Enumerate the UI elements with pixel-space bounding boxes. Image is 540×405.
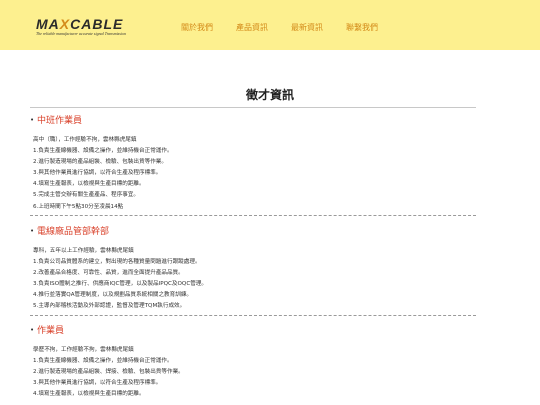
job-item: • 作業員 學歷不拘，工作經驗不拘，雲林縣虎尾鎮 1.負責生產線機器、設備之操作…	[30, 323, 476, 400]
nav-news[interactable]: 最新資訊	[291, 22, 323, 33]
job-line: 專科，五年以上工作經驗，雲林縣虎尾鎮	[33, 248, 134, 254]
job-line: 3.與其他作業員進行協調，以符合生產及程序標準。	[33, 380, 162, 387]
job-line: 4.填寫生產報表，以檢視與生產目標的距離。	[33, 391, 145, 398]
bullet-icon: •	[30, 227, 35, 235]
job-line: 3.負責ISO體制之推行、供應商IQC管理，以及製品IPQC及OQC管理。	[33, 281, 208, 288]
logo-tagline: The reliable manufacturer accurate signa…	[36, 31, 127, 36]
job-line: 1.負責公司品質體系的建立，對出現的各種質量問題進行跟蹤處理。	[33, 259, 201, 266]
nav-products[interactable]: 產品資訊	[236, 22, 268, 33]
job-line: 6.上班時間下午5點30分至凌晨14點	[33, 203, 124, 210]
job-line: 2.進行製造現場的產品組裝、焊接、檢驗、包裝出貨等作業。	[33, 369, 184, 376]
job-item: • 電線廠品管部幹部 專科，五年以上工作經驗，雲林縣虎尾鎮 1.負責公司品質體系…	[30, 224, 476, 316]
site-header: MAXCABLE The reliable manufacturer accur…	[0, 0, 540, 50]
job-line: 高中（職），工作經驗不拘，雲林縣虎尾鎮	[33, 137, 137, 143]
job-title: 電線廠品管部幹部	[37, 227, 110, 237]
job-line: 4.推行並落實QA管理制度，以及規劃品質系統相關之教育訓練。	[33, 292, 193, 299]
job-header: • 作業員	[30, 323, 476, 337]
job-description: 高中（職），工作經驗不拘，雲林縣虎尾鎮 1.負責生產線機器、設備之操作，並維持機…	[30, 127, 476, 213]
job-header: • 電線廠品管部幹部	[30, 224, 476, 238]
job-line: 1.負責生產線機器、設備之操作，並維持機台正常運作。	[33, 358, 173, 365]
job-title: 中班作業員	[37, 116, 83, 126]
job-divider	[30, 214, 476, 216]
job-line: 1.負責生產線機器、設備之操作，並維持機台正常運作。	[33, 148, 173, 155]
title-divider	[30, 107, 476, 108]
logo-wordmark: MAXCABLE	[36, 16, 124, 32]
job-line: 4.填寫生產報表，以檢視與生產目標的距離。	[33, 181, 145, 188]
job-description: 學歷不拘，工作經驗不拘，雲林縣虎尾鎮 1.負責生產線機器、設備之操作，並維持機台…	[30, 337, 476, 400]
job-line: 2.進行製造現場的產品組裝、檢驗、包裝出貨等作業。	[33, 159, 167, 166]
job-line: 3.與其他作業員進行協調，以符合生產及程序標準。	[33, 170, 162, 177]
nav-about[interactable]: 關於我們	[181, 22, 213, 33]
job-line: 2.改善產品合格度、可靠性、品質，進而全面提升產品品質。	[33, 270, 184, 277]
job-description: 專科，五年以上工作經驗，雲林縣虎尾鎮 1.負責公司品質體系的建立，對出現的各種質…	[30, 238, 476, 313]
nav-contact[interactable]: 聯繫我們	[346, 22, 378, 33]
job-divider	[30, 314, 476, 316]
job-line: 學歷不拘，工作經驗不拘，雲林縣虎尾鎮	[33, 347, 134, 353]
job-header: • 中班作業員	[30, 113, 476, 127]
maxcable-logo[interactable]: MAXCABLE The reliable manufacturer accur…	[36, 16, 162, 38]
bullet-icon: •	[30, 116, 35, 124]
page-title: 徵才資訊	[245, 88, 294, 102]
job-line: 5.完成主管交辦有關生產產品、程序事宜。	[33, 192, 140, 199]
job-item: • 中班作業員 高中（職），工作經驗不拘，雲林縣虎尾鎮 1.負責生產線機器、設備…	[30, 113, 476, 216]
job-line: 5.主導內部稽核活動及外部認證，監督及管理TQM執行成效。	[33, 303, 186, 310]
job-title: 作業員	[37, 326, 65, 336]
bullet-icon: •	[30, 326, 35, 334]
